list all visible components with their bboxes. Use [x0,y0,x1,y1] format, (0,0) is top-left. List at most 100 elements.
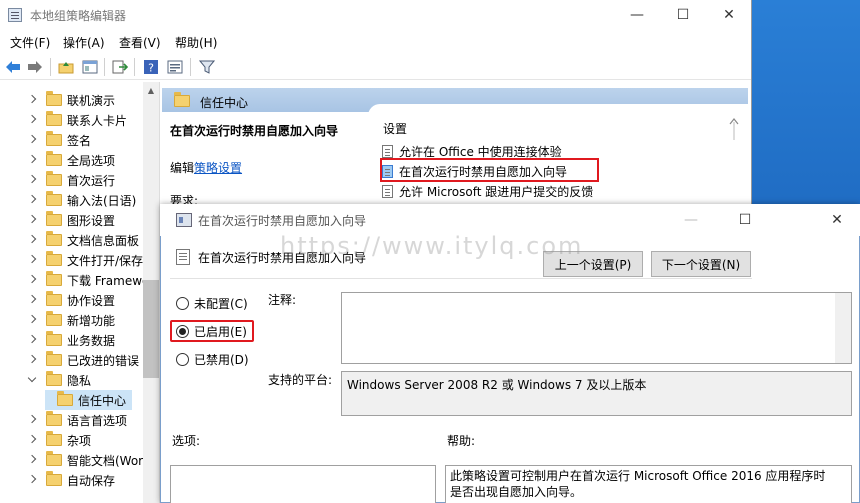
policy-doc-icon [382,184,393,198]
tree-item-label: 文档信息面板 [67,233,140,248]
radio-not-configured[interactable]: 未配置(C) [176,294,248,312]
list-scroll-indicator[interactable] [724,112,744,142]
tree-item[interactable]: 联系人卡片 [28,110,127,130]
tree-item[interactable]: 首次运行 [28,170,115,190]
chevron-right-icon[interactable] [28,435,38,445]
chevron-right-icon[interactable] [28,235,38,245]
tree-item[interactable]: 文档信息面板 [28,230,139,250]
chevron-right-icon[interactable] [28,455,38,465]
selection-highlight-box [380,158,599,182]
menu-file[interactable]: 文件(F) [10,34,50,51]
folder-icon [46,371,62,386]
tree-item-label: 文件打开/保存 [67,253,144,268]
radio-circle[interactable] [176,352,189,366]
menu-help[interactable]: 帮助(H) [175,34,217,51]
radio-circle[interactable] [176,296,189,310]
folder-icon [46,271,62,286]
folder-icon [46,111,62,126]
filter-icon[interactable] [198,58,216,76]
help-label: 帮助: [447,434,476,448]
tree-item[interactable]: 签名 [28,130,91,150]
policy-settings-link[interactable]: 策略设置 [194,161,242,175]
chevron-right-icon[interactable] [28,215,38,225]
right-pane-title: 信任中心 [200,96,249,110]
edit-prefix: 编辑 [170,161,195,175]
platform-scrollbar[interactable] [835,372,851,415]
tree-item[interactable]: 自动保存 [28,470,115,490]
next-setting-button[interactable]: 下一个设置(N) [651,251,751,277]
tree-item[interactable]: 隐私 [28,370,91,390]
chevron-right-icon[interactable] [28,175,38,185]
tree-item[interactable]: 联机演示 [28,90,115,110]
up-folder-icon[interactable] [57,58,75,76]
chevron-down-icon[interactable] [28,375,38,385]
chevron-right-icon[interactable] [28,275,38,285]
folder-icon [46,291,62,306]
tree-item[interactable]: 语言首选项 [28,410,127,430]
dialog-app-icon [176,213,192,227]
comment-textbox[interactable] [341,292,852,364]
properties-icon[interactable] [166,58,184,76]
chevron-right-icon[interactable] [28,255,38,265]
back-arrow-icon[interactable] [4,58,22,76]
chevron-right-icon[interactable] [28,415,38,425]
tree-item-label: 输入法(日语) [67,193,137,208]
folder-icon [46,231,62,246]
menu-view[interactable]: 查看(V) [119,34,161,51]
tree-pane: 联机演示联系人卡片 签名 全局选项 首次运行输入法(日语) 图形设置文档信息面板 文件打开… [0,82,160,503]
tree-item[interactable]: 杂项 [28,430,91,450]
maximize-button[interactable]: ☐ [660,0,706,30]
folder-icon [46,471,62,486]
tree-scrollbar-thumb[interactable] [143,280,159,378]
folder-icon [174,92,190,107]
chevron-right-icon[interactable] [28,95,38,105]
list-item-feedback-followup[interactable]: 允许 Microsoft 跟进用户提交的反馈 [382,181,593,201]
tree-item[interactable]: 已改进的错误 [28,350,139,370]
toolbar: ? [0,54,751,80]
tree-item[interactable]: 协作设置 [28,290,115,310]
chevron-right-icon[interactable] [28,195,38,205]
help-icon[interactable]: ? [142,58,160,76]
comment-scrollbar[interactable] [835,293,851,363]
close-button[interactable]: ✕ [706,0,751,30]
settings-column-header[interactable]: 设置 [383,120,407,137]
chevron-right-icon[interactable] [28,155,38,165]
menu-action[interactable]: 操作(A) [63,34,105,51]
chevron-right-icon[interactable] [28,135,38,145]
chevron-right-icon[interactable] [28,315,38,325]
minimize-button[interactable]: — [614,0,660,30]
tree-item[interactable]: 下载 Framewo [28,270,149,290]
tree-item[interactable]: 智能文档(Wor [28,450,143,470]
watermark-text: https://www.itylq.com [280,232,584,260]
dialog-close-button[interactable]: ✕ [814,205,860,235]
dialog-title: 在首次运行时禁用自愿加入向导 [198,214,367,228]
forward-arrow-icon[interactable] [26,58,44,76]
dialog-maximize-button[interactable]: ☐ [722,205,768,235]
tree-item[interactable]: 新增功能 [28,310,115,330]
options-box[interactable] [170,465,436,503]
tree-item[interactable]: 文件打开/保存 [28,250,143,270]
dialog-minimize-button[interactable]: — [668,205,714,235]
export-list-icon[interactable] [111,58,129,76]
tree-item[interactable]: 全局选项 [28,150,115,170]
chevron-right-icon[interactable] [28,475,38,485]
scroll-up-icon[interactable]: ▲ [143,82,159,98]
radio-label: 未配置(C) [194,296,248,311]
folder-icon [46,451,62,466]
chevron-right-icon[interactable] [28,355,38,365]
tree-item[interactable]: 业务数据 [28,330,115,350]
folder-icon [46,151,62,166]
chevron-right-icon[interactable] [28,335,38,345]
tree-item[interactable]: 信任中心 [45,390,133,410]
platform-label: 支持的平台: [268,373,333,387]
chevron-right-icon[interactable] [28,295,38,305]
tree-item-label: 业务数据 [67,333,116,348]
chevron-right-icon[interactable] [28,115,38,125]
show-hide-tree-icon[interactable] [81,58,99,76]
tree-item-label: 联机演示 [67,93,116,108]
tree-item-label: 下载 Framewo [67,273,150,288]
tree-item[interactable]: 图形设置 [28,210,115,230]
folder-icon [46,131,62,146]
radio-disabled[interactable]: 已禁用(D) [176,350,249,368]
tree-item[interactable]: 输入法(日语) [28,190,136,210]
